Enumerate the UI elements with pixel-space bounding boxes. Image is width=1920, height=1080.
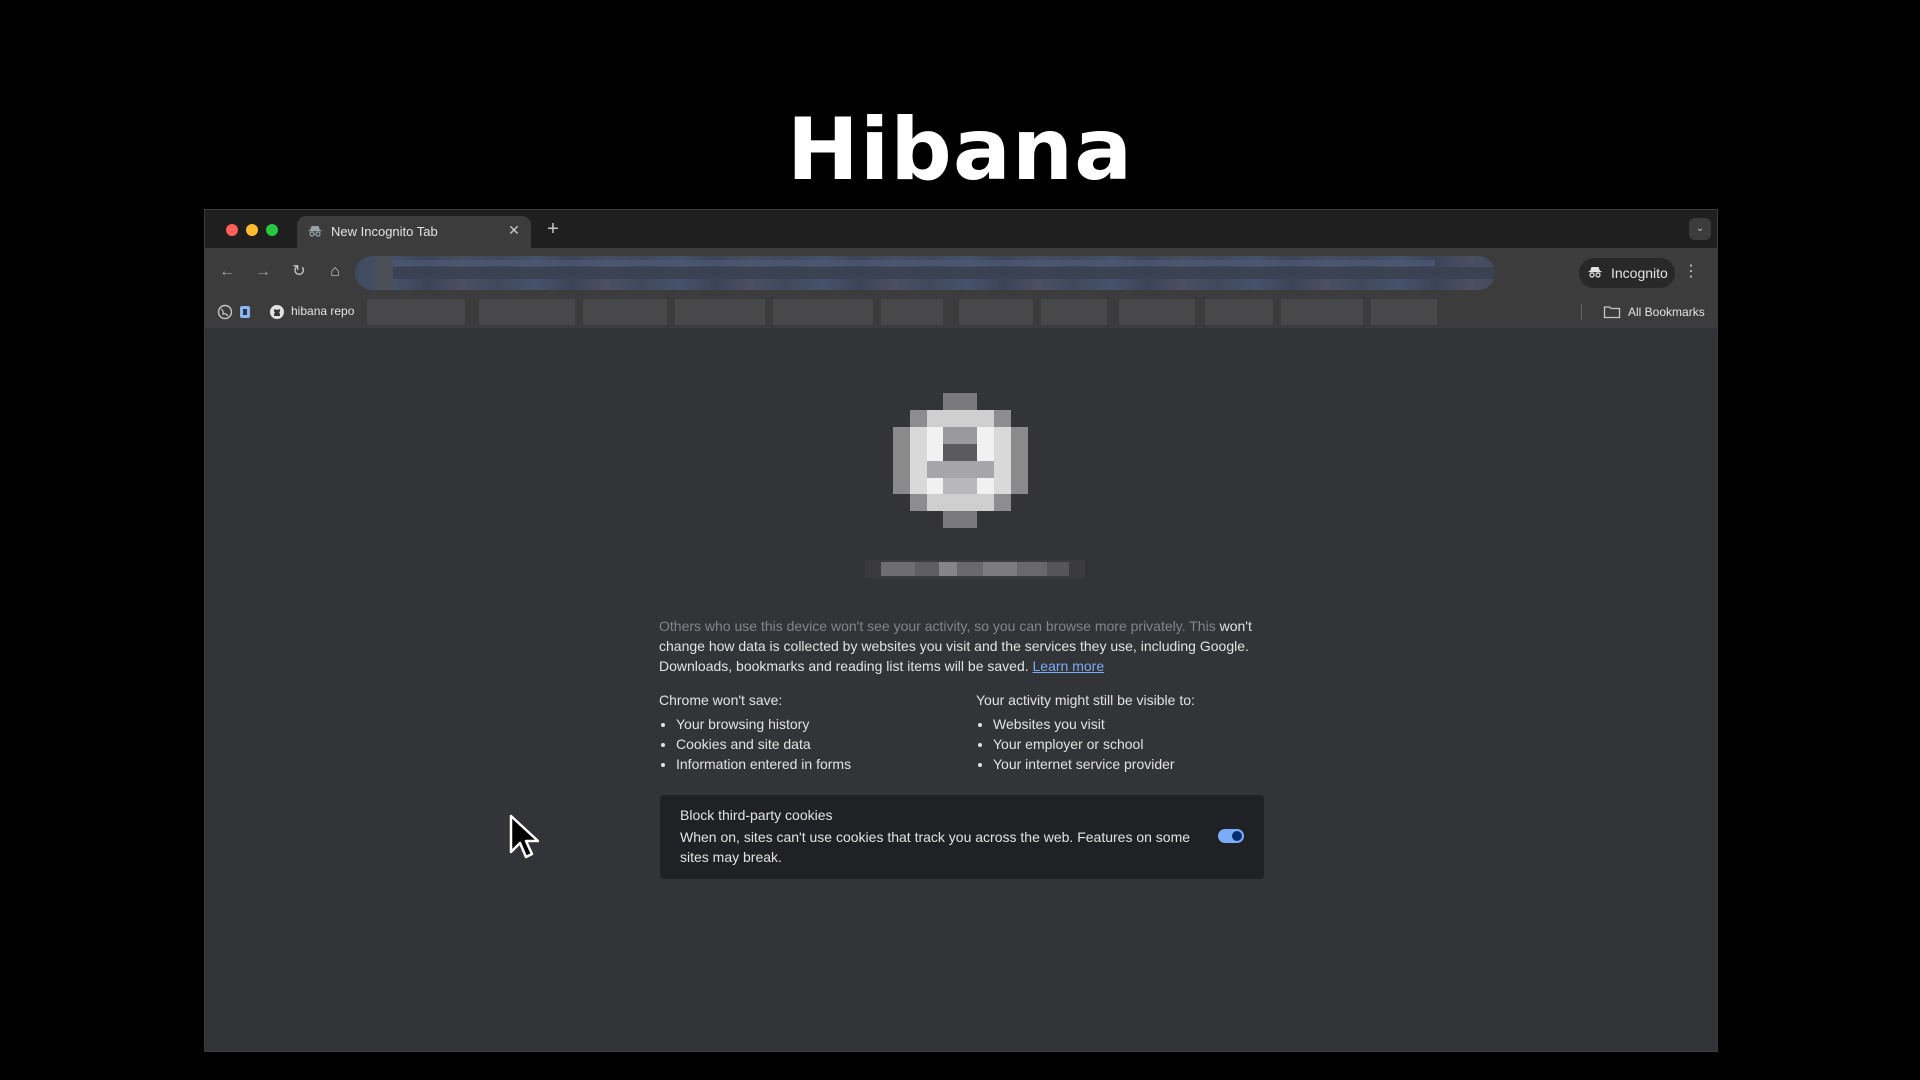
folder-icon (1603, 306, 1621, 319)
tab-title: New Incognito Tab (331, 224, 438, 239)
list-item: Your browsing history (676, 714, 959, 734)
minimize-window-button[interactable] (246, 224, 258, 236)
pixelated-bookmark[interactable] (773, 299, 873, 325)
cookie-card-description: When on, sites can't use cookies that tr… (680, 829, 1191, 865)
page-heading-pixelated (865, 560, 1085, 578)
incognito-icon (1588, 267, 1602, 278)
close-tab-icon[interactable]: ✕ (505, 220, 523, 240)
list-item: Information entered in forms (676, 754, 959, 774)
pixelated-bookmark[interactable] (675, 299, 765, 325)
pixelation-band (393, 260, 1435, 266)
incognito-hero-icon-pixelated (893, 393, 1028, 528)
github-icon (270, 305, 284, 319)
tab-search-chevron-icon[interactable]: ⌄ (1689, 218, 1711, 240)
more-menu-icon[interactable]: ⋮ (1679, 260, 1703, 284)
address-bar-pixelated[interactable] (355, 256, 1495, 290)
pixelated-bookmark[interactable] (479, 299, 575, 325)
pixelated-bookmark[interactable] (583, 299, 667, 325)
new-tab-button[interactable]: + (541, 217, 565, 241)
wont-save-list: Your browsing history Cookies and site d… (659, 714, 959, 774)
wont-save-heading: Chrome won't save: (659, 692, 783, 708)
incognito-page: Others who use this device won't see you… (205, 328, 1717, 1051)
all-bookmarks-label: All Bookmarks (1628, 305, 1705, 319)
list-item: Your internet service provider (993, 754, 1276, 774)
pixelated-bookmark[interactable] (881, 299, 943, 325)
globe-icon[interactable] (217, 304, 233, 320)
incognito-icon (308, 226, 322, 237)
still-visible-section: Your activity might still be visible to:… (976, 690, 1276, 774)
tab-new-incognito[interactable]: New Incognito Tab ✕ (297, 216, 531, 248)
back-icon[interactable]: ← (215, 260, 239, 284)
bookmark-label: hibana repo (291, 304, 355, 318)
home-icon[interactable]: ⌂ (323, 260, 347, 284)
pixelation-band (393, 267, 1495, 279)
still-visible-list: Websites you visit Your employer or scho… (976, 714, 1276, 774)
reload-icon[interactable]: ↻ (287, 260, 311, 284)
maximize-window-button[interactable] (266, 224, 278, 236)
pixelated-bookmark[interactable] (959, 299, 1033, 325)
learn-more-link[interactable]: Learn more (1033, 658, 1105, 674)
pixelated-bookmark[interactable] (1281, 299, 1363, 325)
pixelated-bookmark[interactable] (1205, 299, 1273, 325)
bookmarks-bar: hibana repo All Bookmarks (205, 296, 1717, 328)
close-window-button[interactable] (226, 224, 238, 236)
incognito-label: Incognito (1611, 265, 1668, 281)
forward-icon[interactable]: → (251, 260, 275, 284)
wont-save-section: Chrome won't save: Your browsing history… (659, 690, 959, 774)
slide-title: Hibana (786, 100, 1134, 200)
bookmarks-separator (1581, 304, 1582, 320)
pixelated-bookmark[interactable] (1119, 299, 1195, 325)
list-item: Your employer or school (993, 734, 1276, 754)
list-item: Cookies and site data (676, 734, 959, 754)
toggle-knob (1232, 831, 1242, 841)
pixelated-bookmark[interactable] (1371, 299, 1437, 325)
pixelated-bookmark[interactable] (367, 299, 465, 325)
third-party-cookies-card: Block third-party cookies When on, sites… (660, 795, 1264, 879)
incognito-indicator-button[interactable]: Incognito (1579, 258, 1675, 288)
cookie-card-title: Block third-party cookies (680, 807, 833, 823)
still-visible-heading: Your activity might still be visible to: (976, 692, 1195, 708)
description-faded-line: Others who use this device won't see you… (659, 618, 1216, 634)
toolbar: ← → ↻ ⌂ Incognito ⋮ (205, 248, 1717, 296)
tab-strip: New Incognito Tab ✕ + ⌄ (205, 210, 1717, 248)
block-cookies-toggle[interactable] (1218, 829, 1244, 843)
pixelated-bookmark[interactable] (1041, 299, 1107, 325)
extension-icon[interactable] (237, 304, 253, 320)
mouse-pointer-icon (509, 814, 539, 859)
list-item: Websites you visit (993, 714, 1276, 734)
incognito-description: Others who use this device won't see you… (659, 616, 1265, 676)
browser-window: New Incognito Tab ✕ + ⌄ ← → ↻ ⌂ Incognit… (204, 209, 1718, 1052)
